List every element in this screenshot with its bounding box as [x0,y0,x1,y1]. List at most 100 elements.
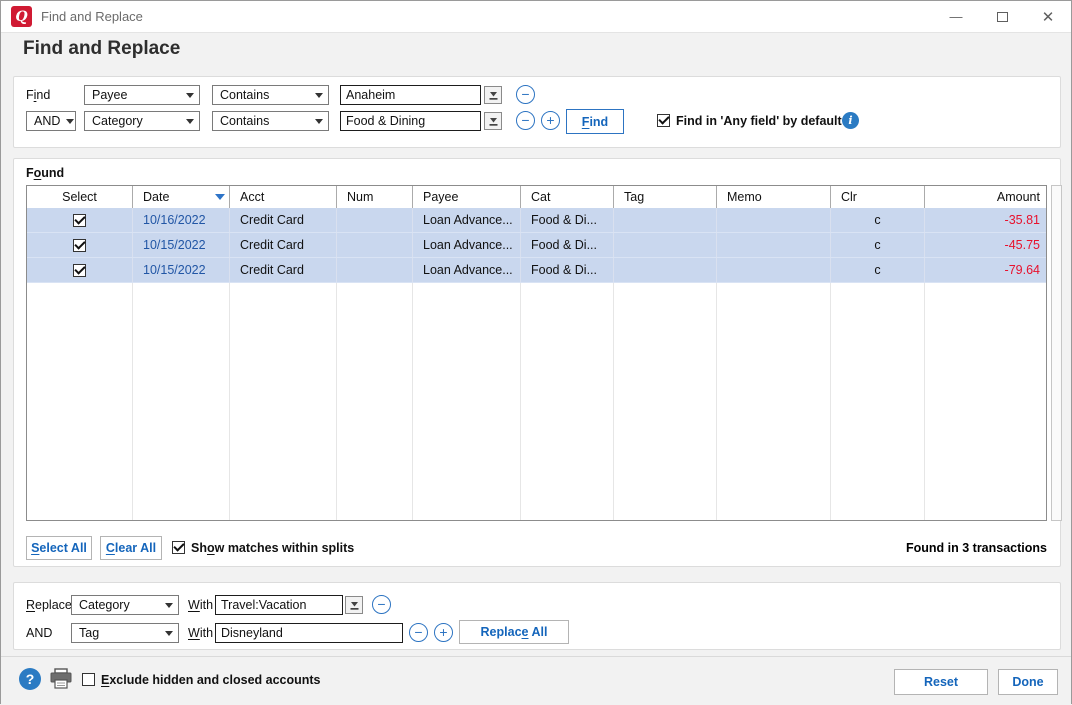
clear-all-button[interactable]: Clear All [100,536,162,560]
row-checkbox[interactable] [73,264,86,277]
with-label-1: With [188,598,213,612]
minimize-button[interactable]: — [933,1,979,32]
table-scrollbar[interactable] [1051,185,1062,521]
remove-replace-row-1-button[interactable]: − [372,595,391,614]
find-value-input-2[interactable] [340,111,481,131]
row-cat-cell: Food & Di... [521,208,614,232]
any-field-checkbox-label: Find in 'Any field' by default [676,114,842,128]
replace-field-select-2[interactable]: Tag [71,623,179,643]
row-num-cell [337,233,413,257]
row-checkbox[interactable] [73,214,86,227]
close-icon: ✕ [1042,8,1055,26]
minus-icon: − [377,596,385,612]
plus-icon: + [546,112,554,128]
find-value-input-1[interactable] [340,85,481,105]
column-header-tag[interactable]: Tag [614,186,717,208]
chevron-down-icon [186,93,194,98]
close-button[interactable]: ✕ [1025,1,1071,32]
found-summary: Found in 3 transactions [906,541,1047,555]
table-row[interactable]: 10/16/2022 Credit Card Loan Advance... F… [27,208,1046,233]
column-header-select[interactable]: Select [27,186,133,208]
print-button[interactable] [49,668,73,690]
replace-and-label: AND [26,626,52,640]
printer-icon [49,668,73,690]
row-payee-cell: Loan Advance... [413,258,521,282]
list-picker-icon [488,90,499,101]
list-picker-button-1[interactable] [484,86,502,104]
column-header-amount[interactable]: Amount [925,186,1046,208]
chevron-down-icon [186,119,194,124]
replace-all-button[interactable]: Replace All [459,620,569,644]
replace-value-input-2[interactable] [215,623,403,643]
table-row[interactable]: 10/15/2022 Credit Card Loan Advance... F… [27,258,1046,283]
row-select-cell [27,258,133,282]
find-section: Find Payee Contains − AND Category Conta… [13,76,1061,148]
row-date-cell: 10/15/2022 [133,233,230,257]
list-picker-icon [488,116,499,127]
with-label-2: With [188,626,213,640]
column-header-num[interactable]: Num [337,186,413,208]
column-header-acct[interactable]: Acct [230,186,337,208]
remove-replace-row-2-button[interactable]: − [409,623,428,642]
table-row[interactable]: 10/15/2022 Credit Card Loan Advance... F… [27,233,1046,258]
column-header-payee[interactable]: Payee [413,186,521,208]
find-field-select-1[interactable]: Payee [84,85,200,105]
show-splits-checkbox[interactable] [172,541,185,554]
row-payee-cell: Loan Advance... [413,233,521,257]
list-picker-button-3[interactable] [345,596,363,614]
done-button[interactable]: Done [998,669,1058,695]
row-checkbox[interactable] [73,239,86,252]
table-header-row: Select Date Acct Num Payee Cat Tag Memo … [27,186,1046,208]
row-date-cell: 10/16/2022 [133,208,230,232]
row-amount-cell: -79.64 [925,258,1046,282]
reset-button[interactable]: Reset [894,669,988,695]
footer-bar: ? Exclude hidden and closed accounts Res… [1,656,1071,705]
column-header-memo[interactable]: Memo [717,186,831,208]
list-picker-button-2[interactable] [484,112,502,130]
found-label: Found [26,166,64,180]
list-picker-icon [349,600,360,611]
minus-icon: − [414,624,422,640]
row-amount-cell: -45.75 [925,233,1046,257]
info-icon[interactable]: i [842,112,859,129]
column-header-date[interactable]: Date [133,186,230,208]
add-find-row-button[interactable]: + [541,111,560,130]
exclude-accounts-checkbox-label: Exclude hidden and closed accounts [101,673,321,687]
row-memo-cell [717,208,831,232]
row-tag-cell [614,208,717,232]
row-memo-cell [717,258,831,282]
row-payee-cell: Loan Advance... [413,208,521,232]
remove-find-row-1-button[interactable]: − [516,85,535,104]
row-acct-cell: Credit Card [230,233,337,257]
chevron-down-icon [165,631,173,636]
remove-find-row-2-button[interactable]: − [516,111,535,130]
row-select-cell [27,233,133,257]
row-clr-cell: c [831,233,925,257]
row-date-cell: 10/15/2022 [133,258,230,282]
row-cat-cell: Food & Di... [521,233,614,257]
replace-field-select-1[interactable]: Category [71,595,179,615]
find-field-select-2[interactable]: Category [84,111,200,131]
find-operator-select-2[interactable]: Contains [212,111,329,131]
maximize-button[interactable] [979,1,1025,32]
find-button[interactable]: Find [566,109,624,134]
help-icon[interactable]: ? [19,668,41,690]
quicken-logo-icon: Q [11,6,32,27]
column-header-clr[interactable]: Clr [831,186,925,208]
column-header-cat[interactable]: Cat [521,186,614,208]
replace-section: Replace Category With − AND Tag With − +… [13,582,1061,650]
find-connector-select[interactable]: AND [26,111,76,131]
row-tag-cell [614,258,717,282]
any-field-checkbox[interactable] [657,114,670,127]
exclude-accounts-checkbox[interactable] [82,673,95,686]
find-label: Find [26,88,50,102]
row-clr-cell: c [831,208,925,232]
add-replace-row-button[interactable]: + [434,623,453,642]
row-tag-cell [614,233,717,257]
select-all-button[interactable]: Select All [26,536,92,560]
show-splits-checkbox-label: Show matches within splits [191,541,354,555]
replace-value-input-1[interactable] [215,595,343,615]
results-table: Select Date Acct Num Payee Cat Tag Memo … [26,185,1047,521]
minus-icon: − [521,112,529,128]
find-operator-select-1[interactable]: Contains [212,85,329,105]
